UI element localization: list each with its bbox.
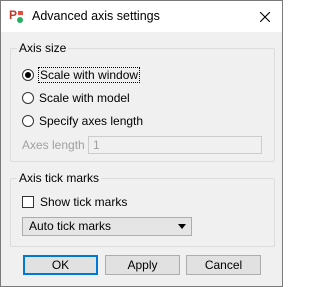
svg-text:P: P bbox=[9, 8, 17, 22]
title-bar: P Advanced axis settings bbox=[1, 1, 282, 32]
show-tick-marks-checkbox[interactable]: Show tick marks bbox=[22, 194, 127, 210]
close-button[interactable] bbox=[248, 1, 282, 32]
axis-tick-marks-group-label: Axis tick marks bbox=[17, 171, 102, 185]
app-logo-icon: P bbox=[9, 8, 25, 24]
tick-marks-mode-select[interactable]: Auto tick marks bbox=[22, 217, 192, 236]
scale-with-model-radio[interactable]: Scale with model bbox=[22, 90, 130, 106]
window-title: Advanced axis settings bbox=[32, 9, 160, 23]
scale-with-window-radio[interactable]: Scale with window bbox=[22, 67, 141, 83]
close-icon bbox=[260, 11, 270, 22]
scale-with-window-label: Scale with window bbox=[37, 67, 141, 83]
checkbox[interactable] bbox=[22, 196, 34, 208]
specify-axes-length-label: Specify axes length bbox=[39, 114, 144, 128]
scale-with-model-label: Scale with model bbox=[39, 91, 130, 105]
axes-length-input[interactable]: 1 bbox=[88, 136, 262, 154]
radio-button[interactable] bbox=[22, 115, 34, 127]
axis-size-group-label: Axis size bbox=[17, 41, 69, 55]
apply-button[interactable]: Apply bbox=[105, 255, 180, 275]
specify-axes-length-radio[interactable]: Specify axes length bbox=[22, 113, 143, 129]
radio-button[interactable] bbox=[22, 92, 34, 104]
axes-length-label: Axes length bbox=[22, 138, 85, 152]
cancel-button[interactable]: Cancel bbox=[186, 255, 261, 275]
show-tick-marks-label: Show tick marks bbox=[40, 195, 128, 209]
ok-button[interactable]: OK bbox=[23, 255, 98, 275]
tick-marks-mode-value: Auto tick marks bbox=[29, 219, 112, 233]
chevron-down-icon bbox=[178, 224, 186, 229]
axis-tick-marks-group: Axis tick marks bbox=[10, 171, 275, 247]
dialog-window: P Advanced axis settings Axis size Scale… bbox=[0, 0, 283, 287]
radio-button-checked[interactable] bbox=[22, 69, 34, 81]
